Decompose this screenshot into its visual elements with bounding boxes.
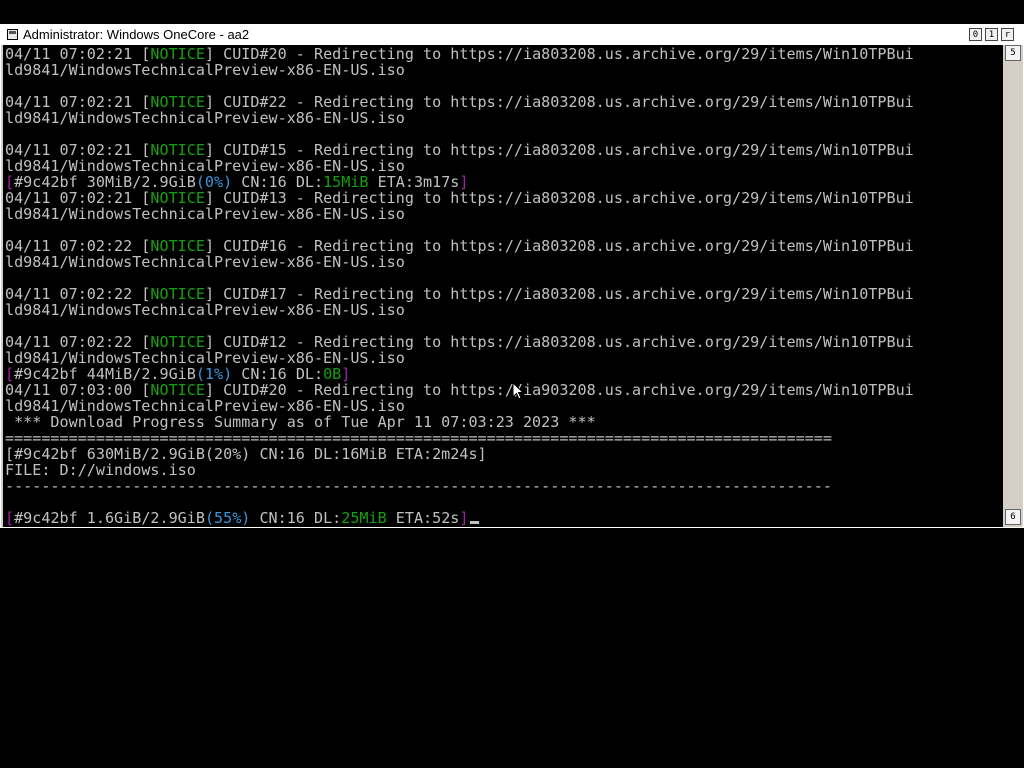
console-line: 04/11 07:02:21 [NOTICE] CUID#20 - Redire… <box>5 46 914 62</box>
console-line: ld9841/WindowsTechnicalPreview-x86-EN-US… <box>5 110 405 126</box>
text-cursor-icon <box>470 521 480 524</box>
console-text-segment: (55%) <box>204 509 251 527</box>
console-line: [#9c42bf 630MiB/2.9GiB(20%) CN:16 DL:16M… <box>5 446 487 462</box>
console-text-segment: ETA:52s <box>386 509 460 527</box>
close-button[interactable]: r <box>1001 28 1014 41</box>
console-line: ld9841/WindowsTechnicalPreview-x86-EN-US… <box>5 206 405 222</box>
console-text-segment: ld9841/WindowsTechnicalPreview-x86-EN-US… <box>5 61 405 79</box>
console-line: [#9c42bf 30MiB/2.9GiB(0%) CN:16 DL:15MiB… <box>5 174 468 190</box>
title-bar[interactable]: Administrator: Windows OneCore - aa2 0 1… <box>1 25 1023 45</box>
console-text-segment: #9c42bf 1.6GiB/2.9GiB <box>14 509 205 527</box>
console-text-segment: [ <box>5 509 15 527</box>
system-menu-icon[interactable] <box>7 29 18 40</box>
scroll-down-button[interactable]: 6 <box>1005 509 1021 525</box>
console-line: ld9841/WindowsTechnicalPreview-x86-EN-US… <box>5 302 405 318</box>
window-title: Administrator: Windows OneCore - aa2 <box>23 27 250 42</box>
console-line: ld9841/WindowsTechnicalPreview-x86-EN-US… <box>5 398 405 414</box>
minimize-button[interactable]: 0 <box>969 28 982 41</box>
scroll-up-button[interactable]: 5 <box>1005 45 1021 61</box>
console-line: ld9841/WindowsTechnicalPreview-x86-EN-US… <box>5 158 405 174</box>
console-line: [#9c42bf 1.6GiB/2.9GiB(55%) CN:16 DL:25M… <box>5 509 480 527</box>
console-line: ld9841/WindowsTechnicalPreview-x86-EN-US… <box>5 254 405 270</box>
console-line: ----------------------------------------… <box>5 478 832 494</box>
console-line: ld9841/WindowsTechnicalPreview-x86-EN-US… <box>5 62 405 78</box>
console-text-segment: ----------------------------------------… <box>5 477 832 495</box>
console-text-segment: ld9841/WindowsTechnicalPreview-x86-EN-US… <box>5 253 405 271</box>
console-text-segment: ld9841/WindowsTechnicalPreview-x86-EN-US… <box>5 301 405 319</box>
console-line: 04/11 07:02:21 [NOTICE] CUID#13 - Redire… <box>5 190 914 206</box>
console-line: ld9841/WindowsTechnicalPreview-x86-EN-US… <box>5 350 405 366</box>
console-line: 04/11 07:02:21 [NOTICE] CUID#22 - Redire… <box>5 94 914 110</box>
vertical-scrollbar[interactable]: 5 6 <box>1004 45 1022 527</box>
console-line: ========================================… <box>5 430 832 446</box>
mouse-cursor-icon <box>512 382 524 400</box>
console-window: Administrator: Windows OneCore - aa2 0 1… <box>0 24 1024 528</box>
console-line: 04/11 07:02:22 [NOTICE] CUID#17 - Redire… <box>5 286 914 302</box>
console-text-segment: ld9841/WindowsTechnicalPreview-x86-EN-US… <box>5 109 405 127</box>
console-line: *** Download Progress Summary as of Tue … <box>5 414 596 430</box>
maximize-button[interactable]: 1 <box>985 28 998 41</box>
console-line: 04/11 07:02:22 [NOTICE] CUID#12 - Redire… <box>5 334 914 350</box>
console-line: [#9c42bf 44MiB/2.9GiB(1%) CN:16 DL:0B] <box>5 366 350 382</box>
console-line: FILE: D://windows.iso <box>5 462 196 478</box>
console-text-segment: ld9841/WindowsTechnicalPreview-x86-EN-US… <box>5 205 405 223</box>
console-output[interactable]: 04/11 07:02:21 [NOTICE] CUID#20 - Redire… <box>3 45 1003 527</box>
console-text-segment: 25MiB <box>341 509 387 527</box>
console-line: 04/11 07:03:00 [NOTICE] CUID#20 - Redire… <box>5 382 914 398</box>
console-line: 04/11 07:02:22 [NOTICE] CUID#16 - Redire… <box>5 238 914 254</box>
console-line: 04/11 07:02:21 [NOTICE] CUID#15 - Redire… <box>5 142 914 158</box>
console-text-segment: CN:16 DL: <box>250 509 342 527</box>
console-text-segment: ] <box>459 509 469 527</box>
